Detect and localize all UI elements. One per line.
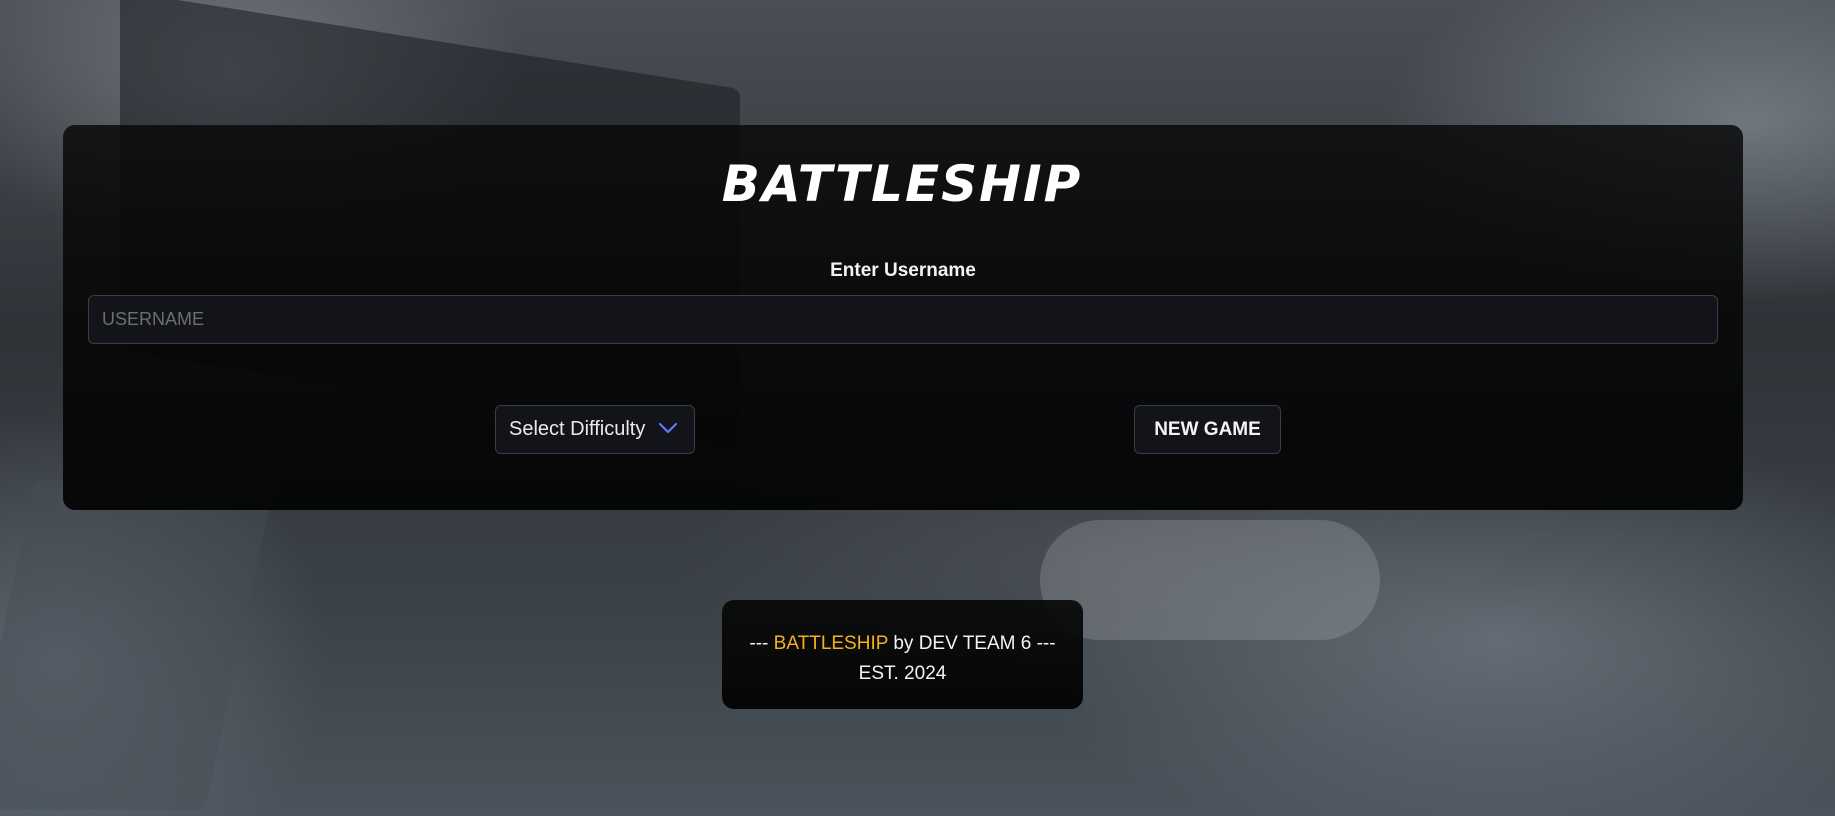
chevron-down-icon [658,422,678,434]
username-input[interactable] [88,295,1718,344]
main-panel: BATTLESHIP Enter Username Select Difficu… [63,125,1743,510]
page-title: BATTLESHIP [721,155,1083,213]
footer-prefix: --- [749,633,769,654]
footer-credits: --- BATTLESHIP by DEV TEAM 6 --- EST. 20… [722,600,1083,709]
background-ship-deck [0,480,276,810]
footer-by-text: by DEV TEAM 6 --- [893,633,1056,654]
difficulty-select[interactable]: Select Difficulty [495,405,695,454]
footer-brand: BATTLESHIP [773,633,889,654]
difficulty-select-label: Select Difficulty [509,418,646,440]
footer-credit-line: --- BATTLESHIP by DEV TEAM 6 --- [722,629,1083,659]
new-game-button[interactable]: NEW GAME [1134,405,1281,454]
footer-established: EST. 2024 [858,663,947,684]
background-smoke [1040,520,1380,640]
username-label: Enter Username [830,260,976,281]
